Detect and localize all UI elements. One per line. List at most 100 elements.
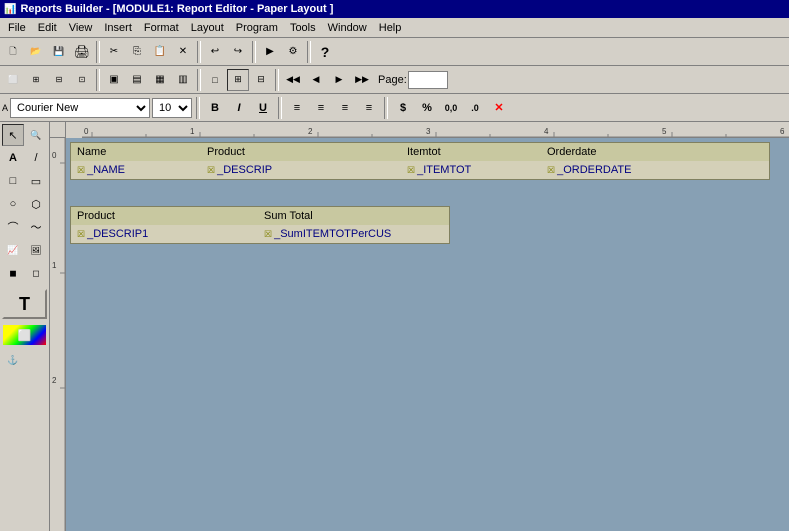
paper-canvas[interactable]: Name Product Itemtot Orderdate ☒ _NAME [66, 138, 789, 531]
nav-last[interactable]: ▶▶ [351, 69, 373, 91]
sep2 [197, 41, 201, 63]
page-number-input[interactable] [408, 71, 448, 89]
menu-format[interactable]: Format [138, 20, 185, 36]
align-center-button[interactable]: ≡ [310, 97, 332, 119]
chart-tool[interactable]: 📈 [2, 239, 24, 261]
align-left-button[interactable]: ≡ [286, 97, 308, 119]
color-picker-tool[interactable]: ⬜ [2, 324, 47, 346]
rounded-rect-tool[interactable]: ▭ [25, 170, 47, 192]
align-right-button[interactable]: ≡ [334, 97, 356, 119]
italic-button[interactable]: I [228, 97, 250, 119]
group-col-sumtotal: Sum Total [260, 210, 447, 222]
menu-bar: File Edit View Insert Format Layout Prog… [0, 18, 789, 38]
menu-program[interactable]: Program [230, 20, 284, 36]
sep8 [196, 97, 200, 119]
col-itemtot: Itemtot [403, 146, 543, 158]
sep7 [275, 69, 279, 91]
underline-button[interactable]: U [252, 97, 274, 119]
nav-next[interactable]: ▶ [328, 69, 350, 91]
freehand-tool[interactable]: 〜 [25, 216, 47, 238]
layout-btn2[interactable]: ▤ [126, 69, 148, 91]
layout-btn3[interactable]: ▦ [149, 69, 171, 91]
align-justify-button[interactable]: ≡ [358, 97, 380, 119]
field-marker-2: ☒ [207, 165, 215, 176]
paste-button[interactable]: 📋 [149, 41, 171, 63]
menu-edit[interactable]: Edit [32, 20, 63, 36]
run-button[interactable]: ▶ [259, 41, 281, 63]
bold-button[interactable]: B [204, 97, 226, 119]
field-orderdate[interactable]: ☒ _ORDERDATE [543, 164, 683, 176]
select-tool[interactable]: ↖ [2, 124, 24, 146]
number-format-button[interactable]: 0,0 [440, 97, 462, 119]
undo-button[interactable]: ↩ [204, 41, 226, 63]
fill-tool[interactable]: ◻ [25, 262, 47, 284]
svg-text:1: 1 [52, 261, 57, 270]
clear-format-button[interactable]: ✕ [488, 97, 510, 119]
view-btn2[interactable]: ⊞ [25, 69, 47, 91]
menu-insert[interactable]: Insert [98, 20, 138, 36]
line-tool[interactable]: / [25, 147, 47, 169]
menu-tools[interactable]: Tools [284, 20, 322, 36]
app-icon: 📊 [4, 4, 16, 15]
decimal-button[interactable]: .0 [464, 97, 486, 119]
zoom-btn2[interactable]: ⊞ [227, 69, 249, 91]
group-col-product: Product [73, 210, 260, 222]
zoom-btn3[interactable]: ⊟ [250, 69, 272, 91]
svg-text:2: 2 [52, 376, 57, 385]
font-size-select[interactable]: 10 [152, 98, 192, 118]
open-button[interactable]: 📂 [25, 41, 47, 63]
toolbar2: ⬜ ⊞ ⊟ ⊡ ▣ ▤ ▦ ▥ □ ⊞ ⊟ ◀◀ ◀ ▶ ▶▶ Page: [0, 66, 789, 94]
print-button[interactable]: 🖨 [71, 41, 93, 63]
group-header-row: Product Sum Total [71, 207, 449, 225]
sep4 [307, 41, 311, 63]
group-descrip1-label: _DESCRIP1 [87, 228, 148, 240]
group-field-sum[interactable]: ☒ _SumITEMTOTPerCUS [260, 228, 447, 240]
text-tool[interactable]: A [2, 147, 24, 169]
zoom-btn1[interactable]: □ [204, 69, 226, 91]
color-tool[interactable]: ◼ [2, 262, 24, 284]
zoom-tool[interactable]: 🔍 [25, 124, 47, 146]
menu-layout[interactable]: Layout [185, 20, 230, 36]
group-field-descrip1[interactable]: ☒ _DESCRIP1 [73, 228, 260, 240]
currency-button[interactable]: $ [392, 97, 414, 119]
new-button[interactable]: 🗋 [2, 41, 24, 63]
copy-button[interactable]: ⎘ [126, 41, 148, 63]
layout-btn1[interactable]: ▣ [103, 69, 125, 91]
nav-prev[interactable]: ◀ [305, 69, 327, 91]
paper-inner: Name Product Itemtot Orderdate ☒ _NAME [70, 142, 785, 244]
image-tool[interactable]: 🖼 [25, 239, 47, 261]
sep3 [252, 41, 256, 63]
redo-button[interactable]: ↪ [227, 41, 249, 63]
field-name-label: _NAME [87, 164, 125, 176]
field-name[interactable]: ☒ _NAME [73, 164, 203, 176]
field-descrip[interactable]: ☒ _DESCRIP [203, 164, 403, 176]
delete-button[interactable]: ✕ [172, 41, 194, 63]
anchor-tool[interactable]: ⚓ [2, 349, 24, 371]
cut-button[interactable]: ✂ [103, 41, 125, 63]
menu-window[interactable]: Window [322, 20, 373, 36]
polygon-tool[interactable]: ⬡ [25, 193, 47, 215]
menu-file[interactable]: File [2, 20, 32, 36]
col-name: Name [73, 146, 203, 158]
percent-button[interactable]: % [416, 97, 438, 119]
rect-tool[interactable]: □ [2, 170, 24, 192]
view-btn1[interactable]: ⬜ [2, 69, 24, 91]
main-area: ↖ 🔍 A / □ ▭ ○ ⬡ ⌒ 〜 📈 🖼 ◼ ◻ T [0, 122, 789, 531]
save-button[interactable]: 💾 [48, 41, 70, 63]
header-band: Name Product Itemtot Orderdate ☒ _NAME [70, 142, 770, 180]
nav-first[interactable]: ◀◀ [282, 69, 304, 91]
compile-button[interactable]: ⚙ [282, 41, 304, 63]
layout-btn4[interactable]: ▥ [172, 69, 194, 91]
view-btn4[interactable]: ⊡ [71, 69, 93, 91]
field-itemtot[interactable]: ☒ _ITEMTOT [403, 164, 543, 176]
big-text-tool[interactable]: T [2, 289, 47, 319]
arc-tool[interactable]: ⌒ [2, 216, 24, 238]
font-name-select[interactable]: Courier New [10, 98, 150, 118]
menu-help[interactable]: Help [373, 20, 408, 36]
svg-text:2: 2 [308, 127, 313, 136]
help-button[interactable]: ? [314, 41, 336, 63]
menu-view[interactable]: View [63, 20, 99, 36]
ellipse-tool[interactable]: ○ [2, 193, 24, 215]
group-band: Product Sum Total ☒ _DESCRIP1 ☒ [70, 206, 450, 244]
view-btn3[interactable]: ⊟ [48, 69, 70, 91]
